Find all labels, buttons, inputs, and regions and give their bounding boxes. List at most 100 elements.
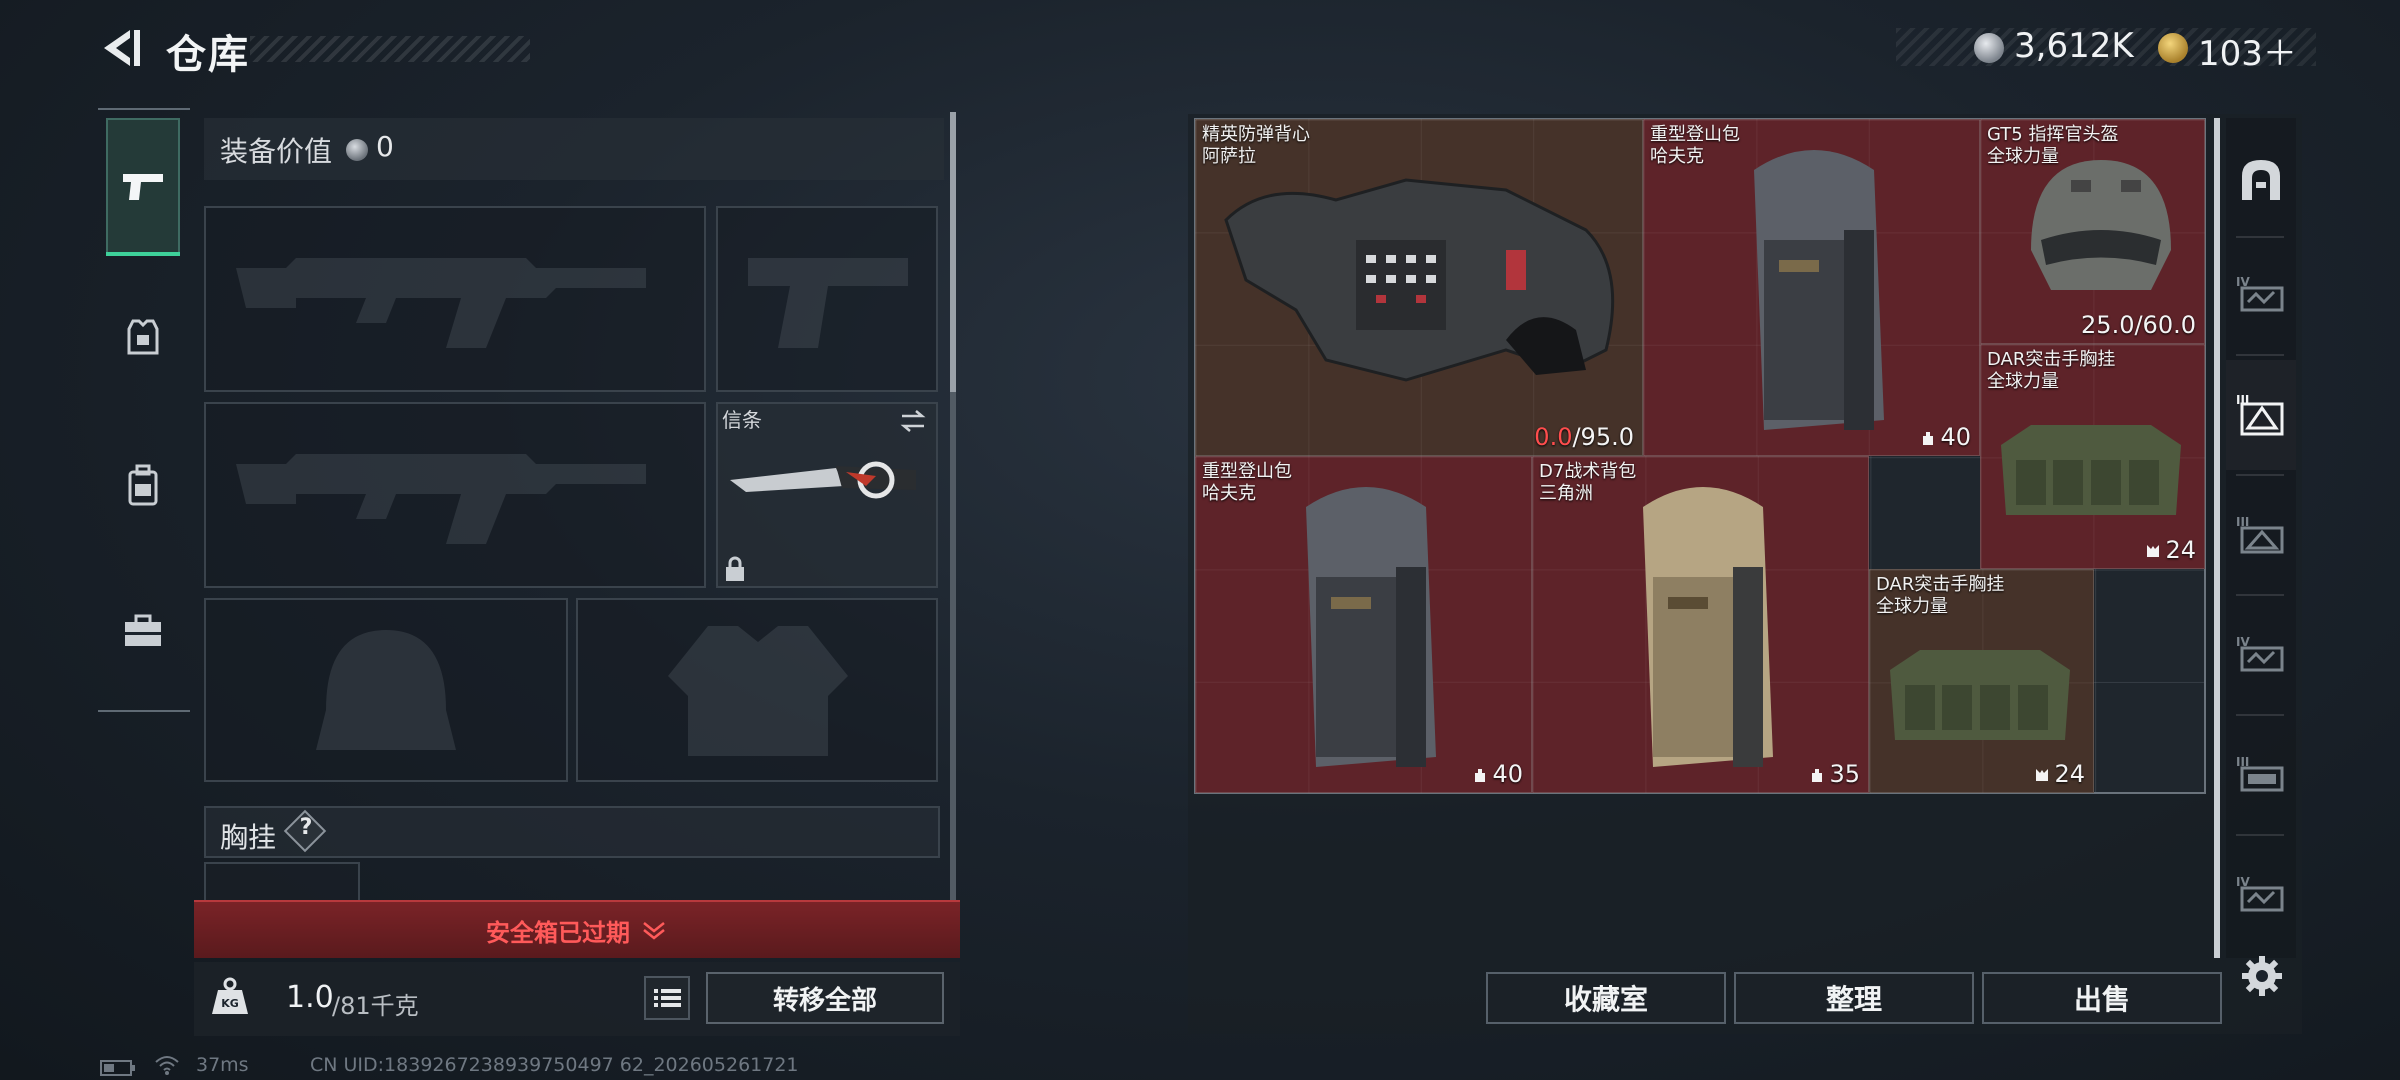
item-dar-chest-rig[interactable]: DAR突击手胸挂 全球力量 24 — [1980, 344, 2205, 569]
tier-iii-storage-icon: III — [2236, 515, 2284, 554]
title-decoration — [250, 36, 530, 62]
durability: 25.0/60.0 — [2081, 311, 2196, 339]
safe-box-expired-text: 安全箱已过期 — [486, 918, 630, 947]
safe-box-expired-banner[interactable]: 安全箱已过期 — [194, 900, 960, 958]
rig-capacity-icon — [2147, 545, 2160, 557]
chevron-down-icon — [643, 922, 665, 940]
equipment-value-number: 0 — [376, 130, 394, 163]
collection-room-button[interactable]: 收藏室 — [1486, 972, 1726, 1024]
item-name: 重型登山包 — [1650, 124, 1740, 145]
capacity-value: 40 — [1492, 760, 1523, 788]
item-name: 精英防弹背心 — [1202, 124, 1310, 145]
chest-rig-slot[interactable] — [204, 862, 360, 902]
lock-icon — [726, 556, 744, 581]
list-view-button[interactable] — [644, 976, 690, 1020]
item-brand: 全球力量 — [1987, 371, 2059, 392]
tier-iv-storage-icon: IV — [2236, 635, 2284, 672]
storage-tab-iv-1[interactable]: IV — [2226, 240, 2296, 350]
list-icon — [654, 989, 681, 1007]
pistol-icon — [123, 174, 163, 200]
primary-weapon-slot[interactable] — [204, 206, 706, 392]
rail-divider — [98, 710, 190, 712]
silver-coin-icon — [1974, 33, 2004, 63]
rail-divider — [2236, 594, 2284, 596]
swap-icon[interactable] — [898, 408, 928, 434]
transfer-all-button[interactable]: 转移全部 — [706, 972, 944, 1024]
item-brand: 全球力量 — [1876, 596, 1948, 617]
battery-icon — [100, 1060, 135, 1076]
category-tab-armor[interactable] — [106, 268, 180, 406]
organize-button[interactable]: 整理 — [1734, 972, 1974, 1024]
storage-tab-iii-3[interactable]: III — [2226, 720, 2296, 830]
armor-vest-icon — [127, 319, 159, 355]
token-balance[interactable]: 103＋ — [2198, 26, 2297, 75]
loadout-scrollbar-thumb[interactable] — [950, 112, 956, 392]
capacity-value: 40 — [1940, 423, 1971, 451]
vault-tab[interactable] — [2226, 124, 2296, 234]
rail-divider — [98, 108, 190, 110]
storage-tab-iii-selected[interactable]: III — [2226, 360, 2296, 470]
helmet-slot[interactable] — [204, 598, 568, 782]
svg-text:KG: KG — [221, 997, 239, 1010]
item-gt5-helmet[interactable]: GT5 指挥官头盔 全球力量 25.0/60.0 — [1980, 119, 2205, 344]
item-name: 重型登山包 — [1202, 461, 1292, 482]
item-dar-chest-rig[interactable]: DAR突击手胸挂 全球力量 24 — [1869, 569, 2094, 793]
durability-current: 0.0 — [1534, 423, 1573, 451]
item-name: DAR突击手胸挂 — [1987, 349, 2116, 370]
tier-iii-storage-icon: III — [2236, 755, 2284, 792]
rifle-placeholder-icon — [236, 258, 646, 348]
melee-slot-label: 信条 — [722, 408, 762, 432]
item-brand: 哈夫克 — [1202, 483, 1256, 504]
pistol-slot[interactable] — [716, 206, 938, 392]
item-d7-tactical-backpack[interactable]: D7战术背包 三角洲 35 — [1532, 456, 1869, 793]
item-brand: 哈夫克 — [1650, 146, 1704, 167]
backpack-icon — [1754, 150, 1884, 430]
tier-iv-storage-icon: IV — [2236, 875, 2284, 912]
backpack-icon — [128, 464, 158, 506]
storage-tab-iii-2[interactable]: III — [2226, 480, 2296, 590]
tier-iv-storage-icon: IV — [2236, 275, 2284, 312]
capacity-value: 35 — [1829, 760, 1860, 788]
durability-max: /95.0 — [1572, 423, 1634, 451]
gold-token-icon[interactable] — [2158, 33, 2188, 63]
knife-icon — [730, 461, 916, 499]
rig-capacity-icon — [2036, 769, 2049, 781]
armor-slot[interactable] — [576, 598, 938, 782]
briefcase-icon — [125, 614, 161, 646]
category-tab-case[interactable] — [106, 562, 180, 700]
capacity-icon — [1923, 432, 1934, 445]
item-elite-vest[interactable]: 精英防弹背心 阿萨拉 0.0/95.0 — [1195, 119, 1643, 456]
sell-button[interactable]: 出售 — [1982, 972, 2222, 1024]
ping-text: 37ms — [196, 1054, 249, 1076]
equipment-value-label: 装备价值 — [220, 135, 333, 168]
storage-tab-iv-2[interactable]: IV — [2226, 600, 2296, 710]
weight-current: 1.0 — [286, 980, 334, 1015]
back-arrow-icon[interactable] — [96, 24, 144, 72]
gear-icon[interactable] — [2240, 954, 2284, 998]
page-title: 仓库 — [166, 32, 250, 78]
item-name: D7战术背包 — [1539, 461, 1637, 482]
rifle-placeholder-icon — [236, 454, 646, 544]
capacity-icon — [1475, 769, 1486, 782]
capacity-value: 24 — [2054, 760, 2085, 788]
rail-divider — [2236, 834, 2284, 836]
rail-divider — [2236, 236, 2284, 238]
backpack-icon — [1643, 487, 1773, 767]
rail-divider — [2236, 714, 2284, 716]
category-tab-backpack[interactable] — [106, 416, 180, 554]
storage-scrollbar-thumb[interactable] — [2214, 118, 2220, 958]
helmet-placeholder-icon — [316, 630, 456, 750]
item-name: DAR突击手胸挂 — [1876, 574, 2005, 595]
item-heavy-backpack[interactable]: 重型登山包 哈夫克 40 — [1643, 119, 1980, 456]
category-tab-weapon[interactable] — [106, 118, 180, 256]
secondary-weapon-slot[interactable] — [204, 402, 706, 588]
coin-icon — [346, 139, 368, 161]
item-heavy-backpack[interactable]: 重型登山包 哈夫克 40 — [1195, 456, 1532, 793]
tier-iii-storage-icon: III — [2236, 393, 2284, 436]
capacity-value: 24 — [2165, 536, 2196, 564]
chest-rig-label: 胸挂 — [220, 821, 277, 854]
storage-tab-iv-3[interactable]: IV — [2226, 840, 2296, 950]
coin-balance: 3,612K — [2014, 26, 2134, 66]
weight-max: /81千克 — [332, 992, 419, 1020]
vest-icon — [1224, 178, 1615, 382]
